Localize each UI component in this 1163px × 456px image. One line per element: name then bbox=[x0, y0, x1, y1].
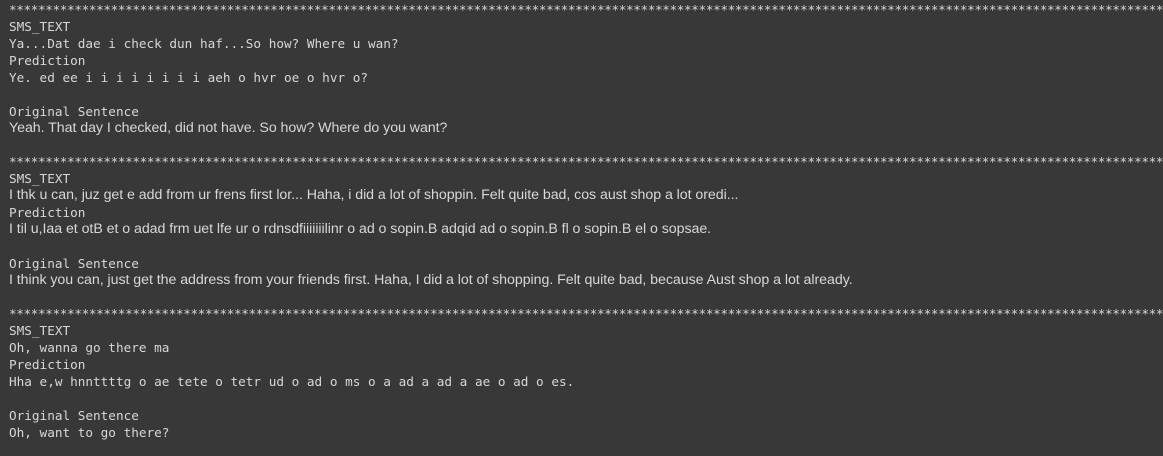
sms-text-value: I thk u can, juz get e add from ur frens… bbox=[9, 187, 739, 203]
prediction-value: Ye. ed ee i i i i i i i i aeh o hvr oe o… bbox=[9, 70, 369, 85]
sms-text-label: SMS_TEXT bbox=[9, 323, 71, 338]
original-sentence-label: Original Sentence bbox=[9, 408, 139, 423]
original-sentence-value: Oh, want to go there? bbox=[9, 425, 170, 440]
separator-line: ****************************************… bbox=[9, 2, 1163, 17]
separator-line: ****************************************… bbox=[9, 306, 1163, 321]
sms-text-label: SMS_TEXT bbox=[9, 171, 71, 186]
original-sentence-label: Original Sentence bbox=[9, 256, 139, 271]
original-sentence-value: Yeah. That day I checked, did not have. … bbox=[9, 120, 448, 136]
original-sentence-value: I think you can, just get the address fr… bbox=[9, 272, 853, 288]
prediction-label: Prediction bbox=[9, 53, 86, 68]
prediction-value: Hha e,w hnnttttg o ae tete o tetr ud o a… bbox=[9, 374, 575, 389]
sms-text-value: Oh, wanna go there ma bbox=[9, 340, 170, 355]
separator-line: ****************************************… bbox=[9, 154, 1163, 169]
sms-text-label: SMS_TEXT bbox=[9, 19, 71, 34]
prediction-label: Prediction bbox=[9, 357, 86, 372]
original-sentence-label: Original Sentence bbox=[9, 104, 139, 119]
prediction-value: I til u,Iaa et otB et o adad frm uet lfe… bbox=[9, 221, 712, 237]
sms-text-value: Ya...Dat dae i check dun haf...So how? W… bbox=[9, 36, 399, 51]
console-output: ****************************************… bbox=[9, 2, 1163, 441]
prediction-label: Prediction bbox=[9, 205, 86, 220]
